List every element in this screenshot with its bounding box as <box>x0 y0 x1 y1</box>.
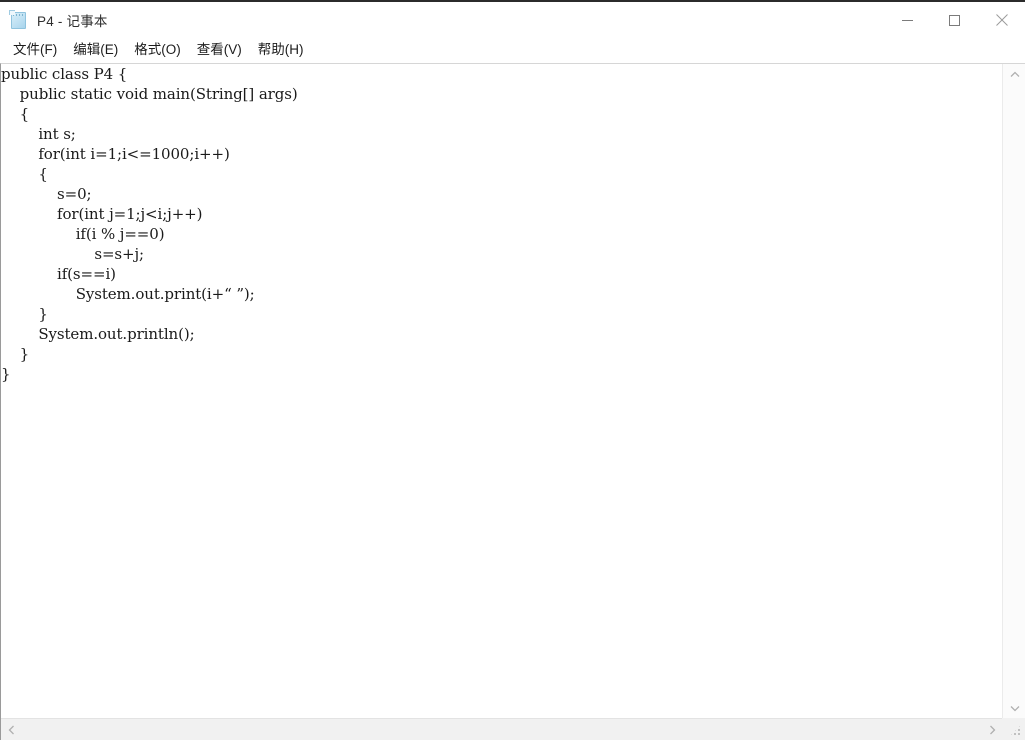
chevron-right-icon <box>989 725 995 734</box>
scroll-left-button[interactable] <box>1 719 21 740</box>
code-text[interactable]: public class P4 { public static void mai… <box>1 64 1002 384</box>
menu-item-edit[interactable]: 编辑(E) <box>65 39 126 62</box>
menu-item-file[interactable]: 文件(F) <box>5 39 65 62</box>
notepad-window: P4 - 记事本 文件(F) 编辑(E) 格式(O) 查看(V) 帮助(H) p… <box>0 0 1025 740</box>
text-area[interactable]: public class P4 { public static void mai… <box>1 64 1002 718</box>
menu-bar: 文件(F) 编辑(E) 格式(O) 查看(V) 帮助(H) <box>0 38 1025 63</box>
maximize-icon <box>949 14 960 26</box>
scroll-down-button[interactable] <box>1003 698 1025 718</box>
maximize-button[interactable] <box>931 2 978 38</box>
minimize-icon <box>902 19 913 21</box>
resize-grip-icon <box>1009 724 1022 737</box>
scroll-up-button[interactable] <box>1003 64 1025 84</box>
minimize-button[interactable] <box>884 2 931 38</box>
chevron-left-icon <box>8 725 14 734</box>
resize-grip[interactable] <box>1002 718 1025 740</box>
notepad-icon <box>9 10 29 30</box>
editor-frame: public class P4 { public static void mai… <box>0 63 1025 740</box>
chevron-down-icon <box>1010 705 1019 711</box>
chevron-up-icon <box>1010 71 1019 77</box>
close-icon <box>995 14 1008 26</box>
scroll-right-button[interactable] <box>982 719 1002 740</box>
editor-region: public class P4 { public static void mai… <box>0 63 1025 740</box>
vertical-scrollbar[interactable] <box>1002 64 1025 718</box>
horizontal-scrollbar[interactable] <box>1 718 1002 740</box>
window-title: P4 - 记事本 <box>37 14 108 29</box>
menu-item-view[interactable]: 查看(V) <box>189 39 250 62</box>
title-bar[interactable]: P4 - 记事本 <box>0 2 1025 38</box>
menu-item-help[interactable]: 帮助(H) <box>250 39 312 62</box>
menu-item-format[interactable]: 格式(O) <box>126 39 189 62</box>
window-controls <box>884 2 1025 38</box>
close-button[interactable] <box>978 2 1025 38</box>
